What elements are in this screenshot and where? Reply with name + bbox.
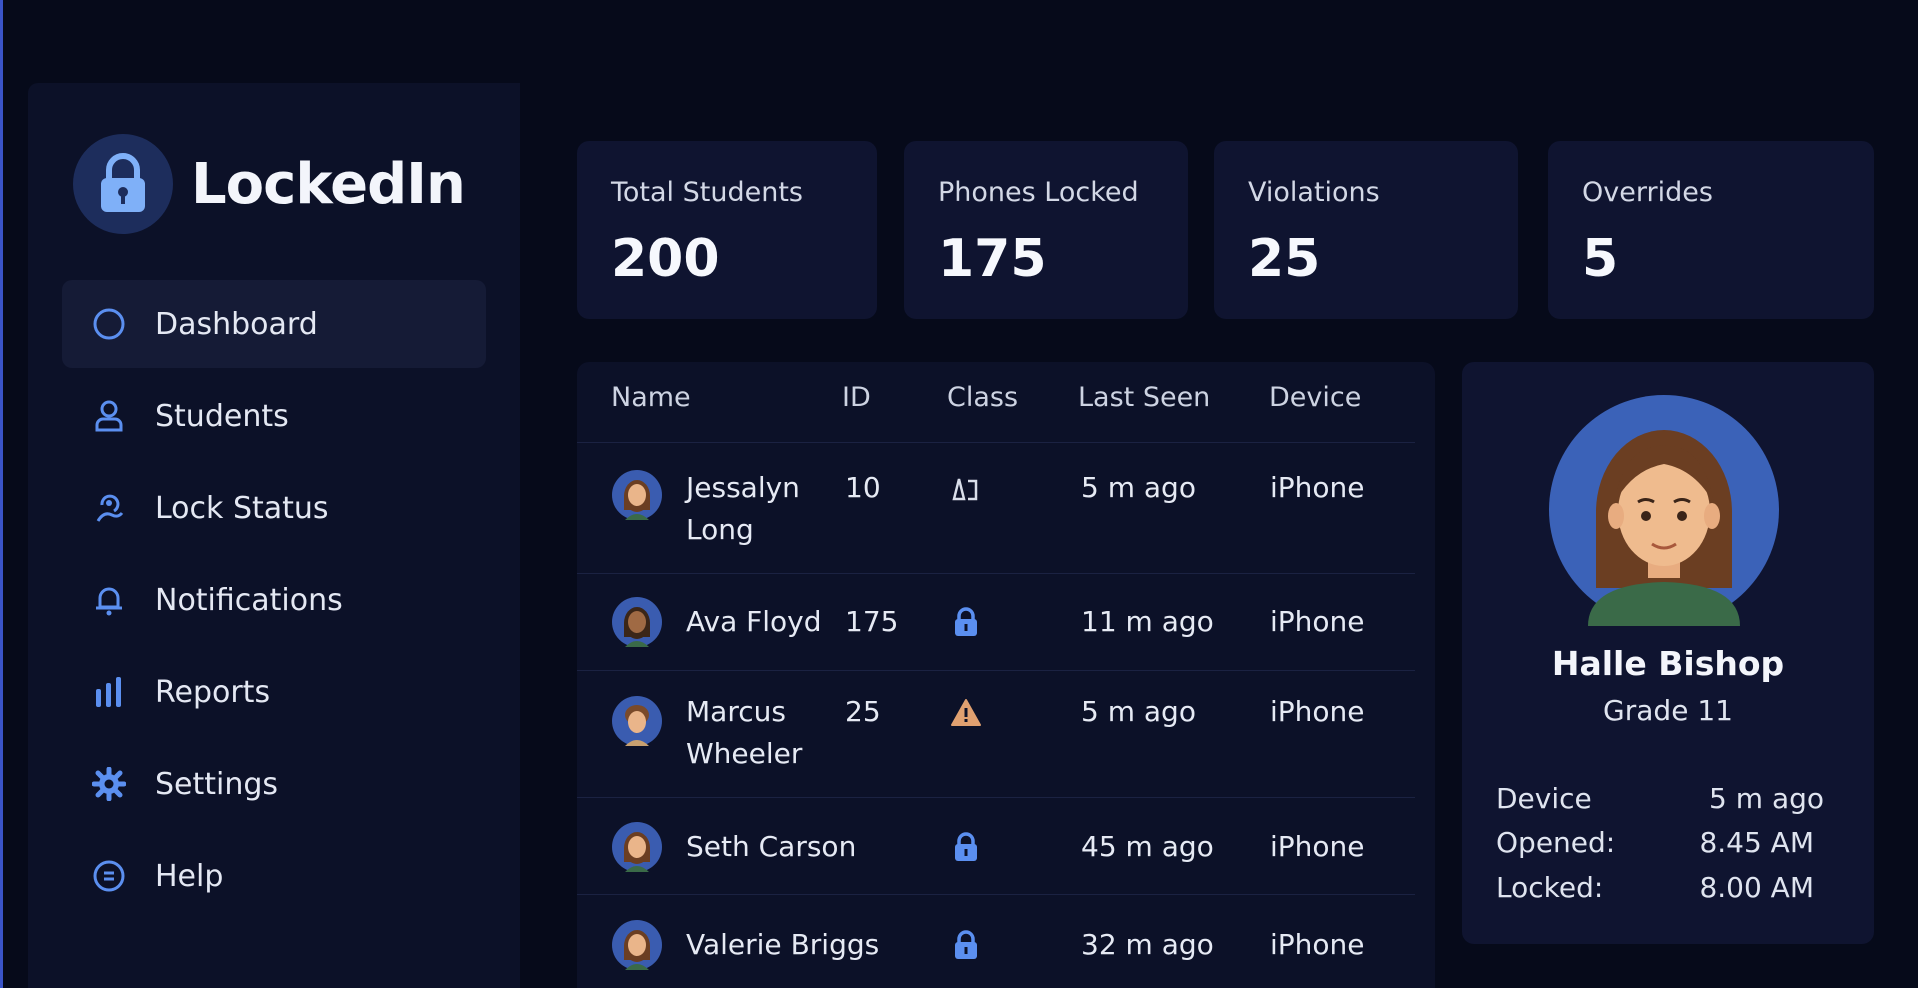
lock-status-icon	[91, 490, 127, 526]
stat-card-overrides: Overrides 5	[1548, 141, 1874, 319]
logo: LockedIn	[73, 133, 466, 235]
nav-label: Help	[155, 858, 224, 894]
last-seen: 11 m ago	[1081, 605, 1214, 638]
stat-value: 5	[1582, 229, 1619, 289]
lock-icon	[950, 929, 982, 961]
nav-label: Notifications	[155, 582, 343, 618]
device: iPhone	[1270, 695, 1365, 728]
stat-label: Overrides	[1582, 177, 1713, 208]
detail-value-locked: 8.00 AM	[1699, 871, 1814, 904]
help-icon	[91, 858, 127, 894]
student-name: Valerie Briggs	[686, 928, 880, 961]
student-id: 175	[845, 605, 899, 638]
stat-value: 200	[611, 229, 720, 289]
device: iPhone	[1270, 605, 1365, 638]
student-id: 10	[845, 471, 881, 504]
detail-value-device: 5 m ago	[1709, 782, 1824, 815]
profile-name: Halle Bishop	[1551, 644, 1785, 683]
avatar	[611, 821, 663, 873]
app-name: LockedIn	[191, 151, 466, 217]
nav-item-settings[interactable]: Settings	[62, 740, 486, 828]
stat-card-violations: Violations 25	[1214, 141, 1518, 319]
avatar	[611, 596, 663, 648]
last-seen: 5 m ago	[1081, 695, 1196, 728]
student-name: Seth Carson	[686, 830, 857, 863]
stat-value: 25	[1248, 229, 1321, 289]
stat-label: Violations	[1248, 177, 1380, 208]
column-header-class[interactable]: Class	[947, 382, 1018, 413]
table-row[interactable]: Seth Carson 45 m ago iPhone	[577, 798, 1415, 894]
lock-icon	[950, 606, 982, 638]
column-header-device[interactable]: Device	[1269, 382, 1361, 413]
column-header-id[interactable]: ID	[842, 382, 871, 413]
table-row[interactable]: Marcus Wheeler 25 5 m ago iPhone	[577, 671, 1415, 797]
detail-label-device: Device	[1496, 782, 1592, 815]
nav-item-students[interactable]: Students	[62, 372, 486, 460]
device: iPhone	[1270, 471, 1365, 504]
stat-card-phones-locked: Phones Locked 175	[904, 141, 1188, 319]
nav-label: Lock Status	[155, 490, 329, 526]
nav-label: Students	[155, 398, 289, 434]
table-row[interactable]: Jessalyn Long 10 5 m ago iPhone	[577, 443, 1415, 573]
padlock-icon	[73, 134, 173, 234]
students-table: Name ID Class Last Seen Device Jessalyn …	[577, 362, 1435, 988]
detail-value-opened: 8.45 AM	[1699, 826, 1814, 859]
bell-icon	[91, 582, 127, 618]
detail-label-opened: Opened:	[1496, 826, 1616, 859]
window-edge	[0, 0, 3, 988]
profile-grade: Grade 11	[1603, 694, 1733, 727]
column-header-name[interactable]: Name	[611, 382, 691, 413]
avatar	[1548, 394, 1780, 626]
nav-menu: Dashboard Students Lock Status Notificat…	[62, 280, 486, 924]
nav-item-dashboard[interactable]: Dashboard	[62, 280, 486, 368]
nav-label: Dashboard	[155, 306, 318, 342]
device: iPhone	[1270, 928, 1365, 961]
student-name: Jessalyn Long	[686, 471, 800, 546]
avatar	[611, 469, 663, 521]
stat-card-total-students: Total Students 200	[577, 141, 877, 319]
last-seen: 32 m ago	[1081, 928, 1214, 961]
table-row[interactable]: Ava Floyd 175 11 m ago iPhone	[577, 574, 1415, 670]
warning-icon	[950, 697, 982, 729]
stat-value: 175	[938, 229, 1047, 289]
nav-item-notifications[interactable]: Notifications	[62, 556, 486, 644]
table-row[interactable]: Valerie Briggs 32 m ago iPhone	[577, 895, 1415, 988]
bar-chart-icon	[91, 674, 127, 710]
circle-icon	[91, 306, 127, 342]
last-seen: 45 m ago	[1081, 830, 1214, 863]
avatar	[611, 919, 663, 971]
student-profile-card: Halle Bishop Grade 11 Device 5 m ago Ope…	[1462, 362, 1874, 944]
sidebar: LockedIn Dashboard Students Lock Status …	[28, 83, 520, 988]
nav-item-reports[interactable]: Reports	[62, 648, 486, 736]
nav-label: Reports	[155, 674, 271, 710]
split-status-icon	[950, 473, 982, 505]
stat-label: Phones Locked	[938, 177, 1139, 208]
student-name: Ava Floyd	[686, 605, 822, 638]
avatar	[611, 695, 663, 747]
last-seen: 5 m ago	[1081, 471, 1196, 504]
nav-label: Settings	[155, 766, 279, 802]
nav-item-help[interactable]: Help	[62, 832, 486, 920]
nav-item-lock-status[interactable]: Lock Status	[62, 464, 486, 552]
stat-label: Total Students	[611, 177, 803, 208]
user-icon	[91, 398, 127, 434]
device: iPhone	[1270, 830, 1365, 863]
student-name: Marcus Wheeler	[686, 695, 803, 770]
student-id: 25	[845, 695, 881, 728]
column-header-last-seen[interactable]: Last Seen	[1078, 382, 1210, 413]
gear-icon	[91, 766, 127, 802]
detail-label-locked: Locked:	[1496, 871, 1604, 904]
lock-icon	[950, 831, 982, 863]
